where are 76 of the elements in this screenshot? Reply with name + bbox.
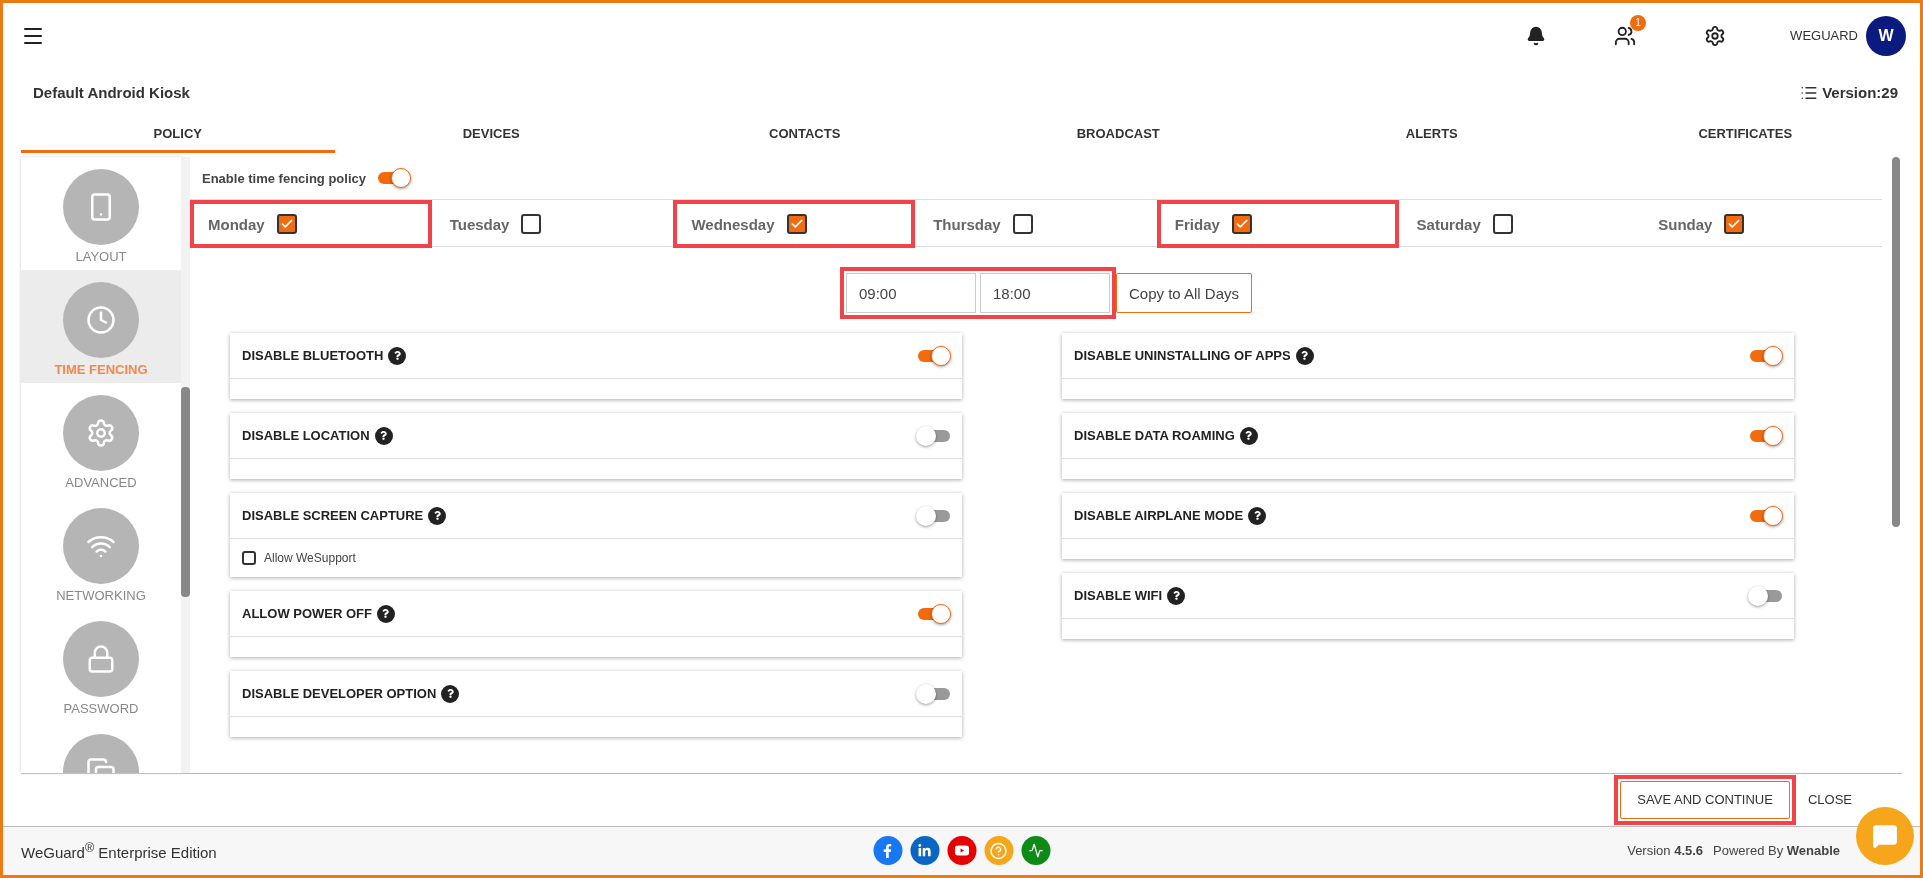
help-icon[interactable] xyxy=(428,506,447,525)
toggle-switch[interactable] xyxy=(1748,504,1784,527)
day-label: Saturday xyxy=(1416,215,1481,233)
setting-label: DISABLE WIFI xyxy=(1074,588,1163,604)
linkedin-icon[interactable] xyxy=(910,836,939,866)
checkbox[interactable] xyxy=(1724,214,1745,235)
toggle-switch[interactable] xyxy=(376,167,412,190)
copy-button[interactable]: Copy to All Days xyxy=(1115,273,1252,314)
day-label: Friday xyxy=(1174,215,1220,233)
toggle-switch[interactable] xyxy=(916,424,952,447)
scrollbar-thumb[interactable] xyxy=(181,387,190,598)
checkbox[interactable] xyxy=(1492,214,1513,235)
start-time-field[interactable]: 09:00 xyxy=(845,273,976,314)
setting-label: DISABLE DEVELOPER OPTION xyxy=(242,686,437,702)
toggle-switch[interactable] xyxy=(1748,424,1784,447)
toggle-switch[interactable] xyxy=(916,344,952,367)
notification-badge: 1 xyxy=(1630,14,1647,31)
day-label: Tuesday xyxy=(449,215,510,233)
checkbox[interactable] xyxy=(1231,214,1252,235)
tab[interactable]: ALERTS xyxy=(1275,117,1589,154)
save-button[interactable]: SAVE AND CONTINUE xyxy=(1620,780,1790,819)
setting-label: DISABLE DATA ROAMING xyxy=(1074,428,1235,444)
day-label: Thursday xyxy=(933,215,1001,233)
day-label: Monday xyxy=(208,215,265,233)
scrollbar-thumb[interactable] xyxy=(1892,157,1900,528)
help-icon[interactable] xyxy=(1295,346,1314,365)
tab[interactable]: DEVICES xyxy=(334,117,648,154)
checkbox[interactable] xyxy=(786,214,807,235)
help-icon[interactable] xyxy=(1239,426,1258,445)
help-icon[interactable] xyxy=(1248,506,1267,525)
avatar[interactable]: W xyxy=(1866,15,1906,56)
youtube-icon[interactable] xyxy=(947,836,976,866)
day-label: Sunday xyxy=(1658,215,1713,233)
gear-icon xyxy=(86,418,116,449)
sidebar-item[interactable]: LAYOUT xyxy=(21,157,181,271)
clock-icon xyxy=(86,305,116,336)
setting-label: DISABLE SCREEN CAPTURE xyxy=(242,508,424,524)
checkbox[interactable] xyxy=(242,551,256,566)
setting-label: DISABLE UNINSTALLING OF APPS xyxy=(1074,348,1291,364)
pulse-icon[interactable] xyxy=(1021,836,1050,866)
help-icon[interactable] xyxy=(441,684,460,703)
toggle-switch[interactable] xyxy=(916,682,952,705)
setting-label: ALLOW POWER OFF xyxy=(242,606,372,622)
policy-label: Enable time fencing policy xyxy=(202,170,366,186)
sidebar-item[interactable]: NETWORKING xyxy=(21,496,181,610)
toggle-switch[interactable] xyxy=(916,602,952,625)
lock-icon xyxy=(86,644,116,675)
version-text: Version 4.5.6 xyxy=(1627,843,1704,859)
checkbox[interactable] xyxy=(276,214,297,235)
powered-by-text: Powered By Wenable xyxy=(1713,843,1840,859)
sidebar-item[interactable]: ADVANCED xyxy=(21,383,181,497)
help-icon[interactable] xyxy=(377,604,395,623)
end-time-field[interactable]: 18:00 xyxy=(979,273,1110,314)
tab[interactable]: CERTIFICATES xyxy=(1588,117,1902,154)
checkbox[interactable] xyxy=(521,214,542,235)
help-icon[interactable] xyxy=(1167,586,1186,605)
toggle-switch[interactable] xyxy=(1748,344,1784,367)
tab[interactable]: BROADCAST xyxy=(961,117,1275,154)
sidebar-item[interactable]: PASSWORD xyxy=(21,609,181,723)
tab[interactable]: CONTACTS xyxy=(648,117,962,154)
setting-label: DISABLE AIRPLANE MODE xyxy=(1074,508,1244,524)
tab[interactable]: POLICY xyxy=(21,117,335,154)
option-label: Allow WeSupport xyxy=(264,551,356,566)
help-icon[interactable] xyxy=(374,426,393,445)
help-icon[interactable] xyxy=(388,346,407,365)
checkbox[interactable] xyxy=(1012,214,1033,235)
page-title: Default Android Kiosk xyxy=(33,84,190,102)
setting-label: DISABLE BLUETOOTH xyxy=(242,348,384,364)
facebook-icon[interactable] xyxy=(873,836,902,866)
product-name: WeGuard$^{®}$ Enterprise Edition xyxy=(21,840,217,861)
day-label: Wednesday xyxy=(691,215,775,233)
setting-label: DISABLE LOCATION xyxy=(242,428,370,444)
toggle-switch[interactable] xyxy=(916,504,952,527)
version-label: Version:29 xyxy=(1822,84,1898,102)
toggle-switch[interactable] xyxy=(1748,584,1784,607)
user-name: WEGUARD xyxy=(1790,28,1858,44)
